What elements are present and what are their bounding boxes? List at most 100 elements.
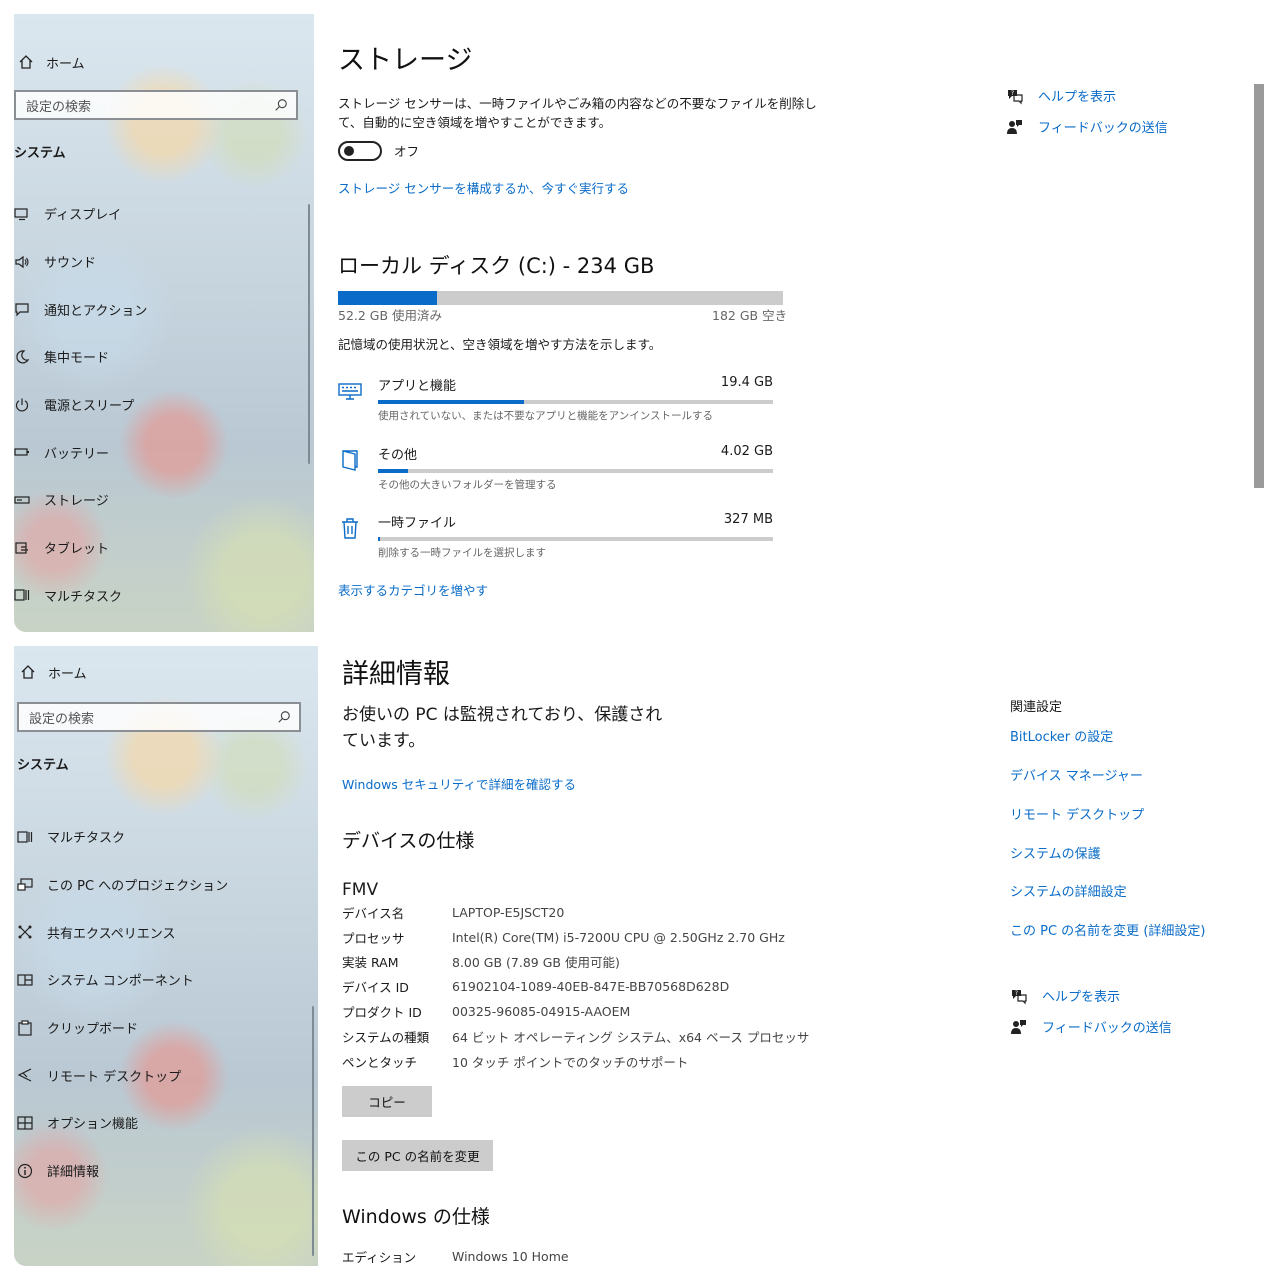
configure-storage-sense-link[interactable]: ストレージ センサーを構成するか、今すぐ実行する: [338, 178, 629, 197]
rename-pc-button[interactable]: この PC の名前を変更: [342, 1140, 493, 1171]
sidebar-item-label: システム コンポーネント: [47, 974, 194, 990]
feedback-link[interactable]: フィードバックの送信: [1006, 117, 1168, 136]
category-usage-bar: [378, 469, 773, 473]
sidebar-item-label: 共有エクスペリエンス: [47, 926, 176, 942]
category-apps[interactable]: アプリと機能 19.4 GB 使用されていない、または不要なアプリと機能をアンイ…: [338, 375, 788, 435]
sidebar-item-about[interactable]: 詳細情報: [17, 1147, 307, 1195]
page-title: ストレージ: [338, 45, 473, 76]
spec-value: 10 タッチ ポイントでのタッチのサポート: [452, 1054, 689, 1070]
scrollbar[interactable]: [1254, 84, 1264, 488]
windows-security-link[interactable]: Windows セキュリティで詳細を確認する: [342, 774, 576, 793]
about-content: 詳細情報 お使いの PC は監視されており、保護され ています。 Windows…: [338, 646, 1266, 1266]
spec-row: システムの種類 64 ビット オペレーティング システム、x64 ベース プロセッ…: [342, 1024, 809, 1049]
spec-key: システムの種類: [342, 1029, 430, 1045]
search-input[interactable]: 設定の検索: [17, 702, 301, 732]
protection-status-line-1: お使いの PC は監視されており、保護され: [342, 705, 663, 725]
help-link[interactable]: ? ヘルプを表示: [1006, 86, 1116, 105]
sidebar-item-shared-experiences[interactable]: 共有エクスペリエンス: [17, 908, 307, 956]
multitask-icon: [17, 829, 33, 845]
disk-title: ローカル ディスク (C:) - 234 GB: [338, 254, 655, 278]
svg-text:?: ?: [1015, 990, 1018, 997]
sidebar-item-tablet[interactable]: タブレット: [14, 524, 304, 572]
device-spec-title: デバイスの仕様: [342, 830, 475, 852]
page-title: 詳細情報: [342, 659, 450, 690]
protection-status-line-2: ています。: [342, 731, 426, 751]
sidebar: ホーム 設定の検索 システム マルチタスク この PC へのプロジェクション 共…: [14, 646, 318, 1266]
category-description: 使用されていない、または不要なアプリと機能をアンインストールする: [378, 410, 714, 422]
spec-value: Windows 10 Home: [452, 1248, 569, 1264]
sidebar-item-sound[interactable]: サウンド: [14, 238, 304, 286]
focus-icon: [14, 349, 30, 365]
disk-usage-bar: [338, 291, 783, 305]
sidebar-item-label: ディスプレイ: [44, 208, 122, 224]
spec-value: Intel(R) Core(TM) i5-7200U CPU @ 2.50GHz…: [452, 929, 785, 945]
sidebar-item-remote-desktop[interactable]: リモート デスクトップ: [17, 1051, 307, 1099]
sidebar-item-label: 詳細情報: [47, 1165, 100, 1181]
sidebar-item-label: タブレット: [44, 542, 110, 558]
spec-row: 実装 RAM 8.00 GB (7.89 GB 使用可能): [342, 950, 809, 975]
copy-button[interactable]: コピー: [342, 1086, 432, 1117]
related-link-system-protection[interactable]: システムの保護: [1010, 843, 1101, 862]
category-usage-bar: [378, 537, 773, 541]
settings-window-storage: ホーム 設定の検索 システム ディスプレイ サウンド 通知とアクション 集中モー…: [14, 14, 1266, 632]
sidebar-item-storage[interactable]: ストレージ: [14, 476, 304, 524]
sidebar-item-projection[interactable]: この PC へのプロジェクション: [17, 861, 307, 909]
tablet-icon: [14, 540, 30, 556]
category-name: アプリと機能: [378, 379, 457, 394]
sidebar-item-focus[interactable]: 集中モード: [14, 333, 304, 381]
disk-free-label: 182 GB 空き: [712, 308, 788, 323]
spec-value: 64 ビット オペレーティング システム、x64 ベース プロセッサ: [452, 1029, 810, 1045]
spec-key: デバイス名: [342, 905, 405, 921]
sidebar-item-multitask[interactable]: マルチタスク: [17, 813, 307, 861]
windows-spec-title: Windows の仕様: [342, 1206, 490, 1228]
spec-key: プロダクト ID: [342, 1005, 422, 1021]
related-link-bitlocker[interactable]: BitLocker の設定: [1010, 726, 1113, 745]
feedback-icon: [1007, 119, 1022, 134]
related-settings-title: 関連設定: [1010, 700, 1063, 715]
related-link-advanced-system[interactable]: システムの詳細設定: [1010, 881, 1127, 900]
sidebar-item-clipboard[interactable]: クリップボード: [17, 1004, 307, 1052]
sidebar-item-system-components[interactable]: システム コンポーネント: [17, 956, 307, 1004]
storage-icon: [14, 492, 30, 508]
show-more-categories-link[interactable]: 表示するカテゴリを増やす: [338, 580, 488, 599]
sidebar-item-display[interactable]: ディスプレイ: [14, 190, 304, 238]
related-link-device-manager[interactable]: デバイス マネージャー: [1010, 765, 1143, 784]
help-icon: ?: [1012, 989, 1027, 1004]
home-icon: [21, 665, 35, 679]
optional-icon: [17, 1115, 33, 1131]
help-link[interactable]: ? ヘルプを表示: [1010, 986, 1120, 1005]
sidebar-item-notifications[interactable]: 通知とアクション: [14, 285, 304, 333]
sidebar-item-power[interactable]: 電源とスリープ: [14, 381, 304, 429]
sidebar-home[interactable]: ホーム: [18, 50, 85, 74]
feedback-link[interactable]: フィードバックの送信: [1010, 1017, 1172, 1036]
home-icon: [19, 55, 33, 69]
spec-row: ペンとタッチ 10 タッチ ポイントでのタッチのサポート: [342, 1049, 809, 1074]
notification-icon: [14, 301, 30, 317]
clipboard-icon: [17, 1019, 33, 1036]
feedback-link-label: フィードバックの送信: [1042, 1021, 1172, 1036]
search-placeholder: 設定の検索: [29, 711, 95, 727]
spec-key: プロセッサ: [342, 930, 405, 946]
sidebar-item-battery[interactable]: バッテリー: [14, 428, 304, 476]
sidebar-item-label: クリップボード: [47, 1022, 139, 1038]
category-other[interactable]: その他 4.02 GB その他の大きいフォルダーを管理する: [338, 444, 788, 504]
sidebar-item-label: サウンド: [44, 256, 97, 272]
sidebar-item-optional-features[interactable]: オプション機能: [17, 1099, 307, 1147]
spec-value: 8.00 GB (7.89 GB 使用可能): [452, 955, 620, 971]
category-size: 19.4 GB: [720, 375, 773, 390]
category-temp-files[interactable]: 一時ファイル 327 MB 削除する一時ファイルを選択します: [338, 512, 788, 572]
sidebar-section-label: システム: [17, 758, 69, 773]
sidebar-home[interactable]: ホーム: [20, 660, 87, 684]
category-description: その他の大きいフォルダーを管理する: [378, 479, 557, 491]
search-icon: [275, 99, 287, 111]
search-placeholder: 設定の検索: [26, 99, 92, 115]
search-input[interactable]: 設定の検索: [14, 90, 298, 120]
keyboard-icon: [338, 379, 362, 403]
spec-row: デバイス ID 61902104-1089-40EB-847E-BB70568D6…: [342, 974, 809, 999]
sidebar-item-multitask[interactable]: マルチタスク: [14, 572, 304, 620]
storage-content: ストレージ ストレージ センサーは、一時ファイルやごみ箱の内容などの不要なファイ…: [338, 14, 1266, 632]
related-link-rename-advanced[interactable]: この PC の名前を変更 (詳細設定): [1010, 920, 1205, 939]
storage-sense-toggle[interactable]: [338, 141, 382, 161]
related-link-remote-desktop[interactable]: リモート デスクトップ: [1010, 804, 1144, 823]
spec-row: デバイス名 LAPTOP-E5JSCT20: [342, 900, 809, 925]
